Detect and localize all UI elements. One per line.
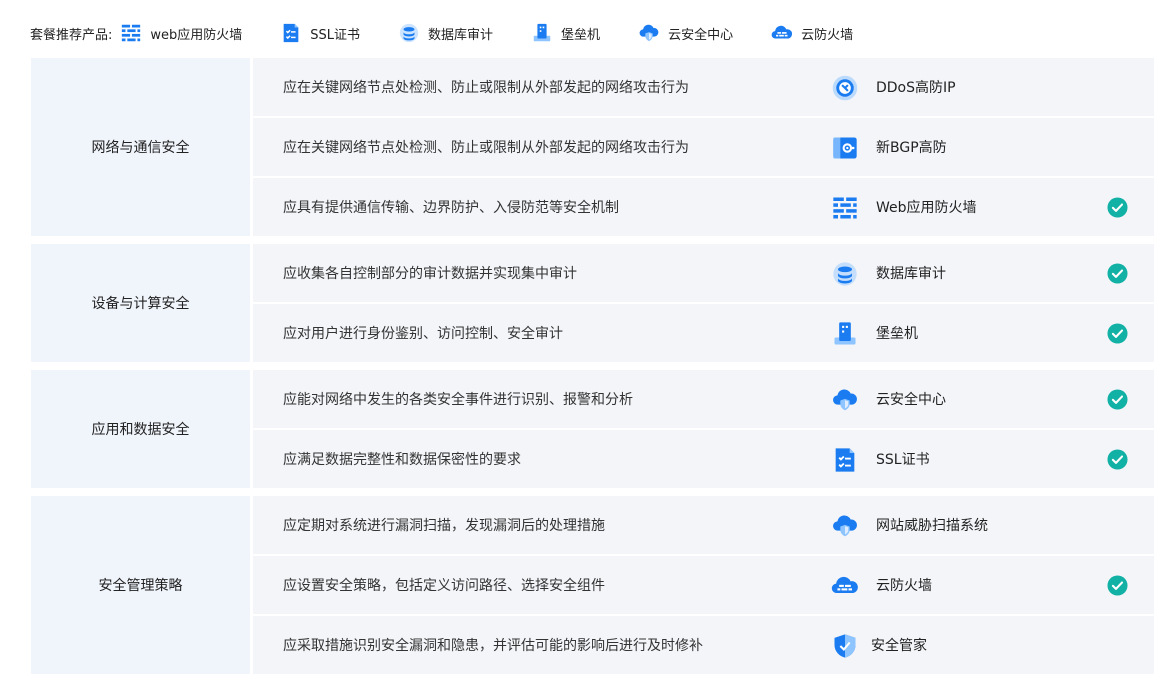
- category-label: 安全管理策略: [31, 496, 250, 674]
- category-label: 设备与计算安全: [31, 244, 250, 362]
- section-app-data-security: 应用和数据安全 应能对网络中发生的各类安全事件进行识别、报警和分析 云安全中心 …: [31, 370, 1154, 488]
- check-icon: [1107, 323, 1128, 344]
- requirement-text: 应收集各自控制部分的审计数据并实现集中审计: [283, 266, 577, 282]
- requirement-text: 应能对网络中发生的各类安全事件进行识别、报警和分析: [283, 392, 633, 408]
- product-link-label: SSL证书: [310, 27, 361, 43]
- cloud-security-icon: [831, 386, 859, 414]
- table-row: 应采取措施识别安全漏洞和隐患，并评估可能的影响后进行及时修补 安全管家: [253, 614, 1154, 674]
- certificate-icon: [831, 446, 859, 474]
- cloud-security-icon: [831, 512, 859, 540]
- product-name[interactable]: DDoS高防IP: [876, 77, 956, 97]
- category-label: 应用和数据安全: [31, 370, 250, 488]
- table-row: 应收集各自控制部分的审计数据并实现集中审计 数据库审计: [253, 244, 1154, 302]
- requirement-text: 应定期对系统进行漏洞扫描，发现漏洞后的处理措施: [283, 518, 605, 534]
- product-name[interactable]: 数据库审计: [876, 263, 946, 283]
- firewall-icon: [120, 22, 142, 44]
- cloud-firewall-icon: [771, 22, 793, 44]
- section-device-security: 设备与计算安全 应收集各自控制部分的审计数据并实现集中审计 数据库审计 应对用户…: [31, 244, 1154, 362]
- recommended-products-bar: 套餐推荐产品: web应用防火墙 SSL证书 数据库审计 堡垒机 云安全中心 云…: [30, 20, 891, 46]
- category-label: 网络与通信安全: [31, 58, 250, 236]
- bgp-defense-icon: [831, 134, 859, 162]
- product-link-cloud-firewall[interactable]: 云防火墙: [771, 22, 853, 44]
- requirement-text: 应满足数据完整性和数据保密性的要求: [283, 452, 521, 468]
- product-link-label: web应用防火墙: [150, 27, 243, 43]
- product-link-bastion[interactable]: 堡垒机: [531, 22, 600, 44]
- bastion-host-icon: [531, 22, 553, 44]
- requirement-text: 应对用户进行身份鉴别、访问控制、安全审计: [283, 326, 563, 342]
- product-link-ssl[interactable]: SSL证书: [280, 22, 360, 44]
- product-name[interactable]: 云安全中心: [876, 389, 946, 409]
- product-link-label: 堡垒机: [561, 27, 601, 43]
- table-row: 应满足数据完整性和数据保密性的要求 SSL证书: [253, 428, 1154, 488]
- product-link-label: 云安全中心: [668, 27, 734, 43]
- table-row: 应能对网络中发生的各类安全事件进行识别、报警和分析 云安全中心: [253, 370, 1154, 428]
- product-name[interactable]: 网站威胁扫描系统: [876, 515, 988, 535]
- certificate-icon: [280, 22, 302, 44]
- check-icon: [1107, 389, 1128, 410]
- table-row: 应设置安全策略，包括定义访问路径、选择安全组件 云防火墙: [253, 554, 1154, 614]
- cloud-security-icon: [638, 22, 660, 44]
- product-link-waf[interactable]: web应用防火墙: [120, 22, 242, 44]
- firewall-icon: [831, 194, 859, 222]
- ddos-ip-icon: [831, 74, 859, 102]
- shield-icon: [831, 632, 859, 660]
- cloud-firewall-icon: [831, 572, 859, 600]
- product-link-cloud-security[interactable]: 云安全中心: [638, 22, 733, 44]
- database-audit-icon: [398, 22, 420, 44]
- requirement-text: 应设置安全策略，包括定义访问路径、选择安全组件: [283, 578, 605, 594]
- section-network-security: 网络与通信安全 应在关键网络节点处检测、防止或限制从外部发起的网络攻击行为 DD…: [31, 58, 1154, 236]
- product-link-label: 云防火墙: [801, 27, 854, 43]
- product-name[interactable]: Web应用防火墙: [876, 197, 977, 217]
- table-row: 应定期对系统进行漏洞扫描，发现漏洞后的处理措施 网站威胁扫描系统: [253, 496, 1154, 554]
- product-name[interactable]: SSL证书: [876, 449, 930, 469]
- check-icon: [1107, 263, 1128, 284]
- check-icon: [1107, 575, 1128, 596]
- table-row: 应在关键网络节点处检测、防止或限制从外部发起的网络攻击行为 DDoS高防IP: [253, 58, 1154, 116]
- database-audit-icon: [831, 260, 859, 288]
- requirement-text: 应在关键网络节点处检测、防止或限制从外部发起的网络攻击行为: [283, 140, 689, 156]
- section-management-policy: 安全管理策略 应定期对系统进行漏洞扫描，发现漏洞后的处理措施 网站威胁扫描系统 …: [31, 496, 1154, 674]
- product-link-db-audit[interactable]: 数据库审计: [398, 22, 493, 44]
- product-name[interactable]: 云防火墙: [876, 575, 932, 595]
- product-link-label: 数据库审计: [428, 27, 494, 43]
- table-row: 应具有提供通信传输、边界防护、入侵防范等安全机制 Web应用防火墙: [253, 176, 1154, 236]
- product-name[interactable]: 堡垒机: [876, 323, 918, 343]
- product-name[interactable]: 安全管家: [871, 635, 927, 655]
- table-row: 应在关键网络节点处检测、防止或限制从外部发起的网络攻击行为 新BGP高防: [253, 116, 1154, 176]
- check-icon: [1107, 449, 1128, 470]
- requirement-text: 应具有提供通信传输、边界防护、入侵防范等安全机制: [283, 200, 619, 216]
- requirement-text: 应在关键网络节点处检测、防止或限制从外部发起的网络攻击行为: [283, 80, 689, 96]
- product-name[interactable]: 新BGP高防: [876, 137, 947, 157]
- recommended-label: 套餐推荐产品:: [30, 27, 113, 43]
- check-icon: [1107, 197, 1128, 218]
- bastion-host-icon: [831, 320, 859, 348]
- requirement-text: 应采取措施识别安全漏洞和隐患，并评估可能的影响后进行及时修补: [283, 638, 703, 654]
- table-row: 应对用户进行身份鉴别、访问控制、安全审计 堡垒机: [253, 302, 1154, 362]
